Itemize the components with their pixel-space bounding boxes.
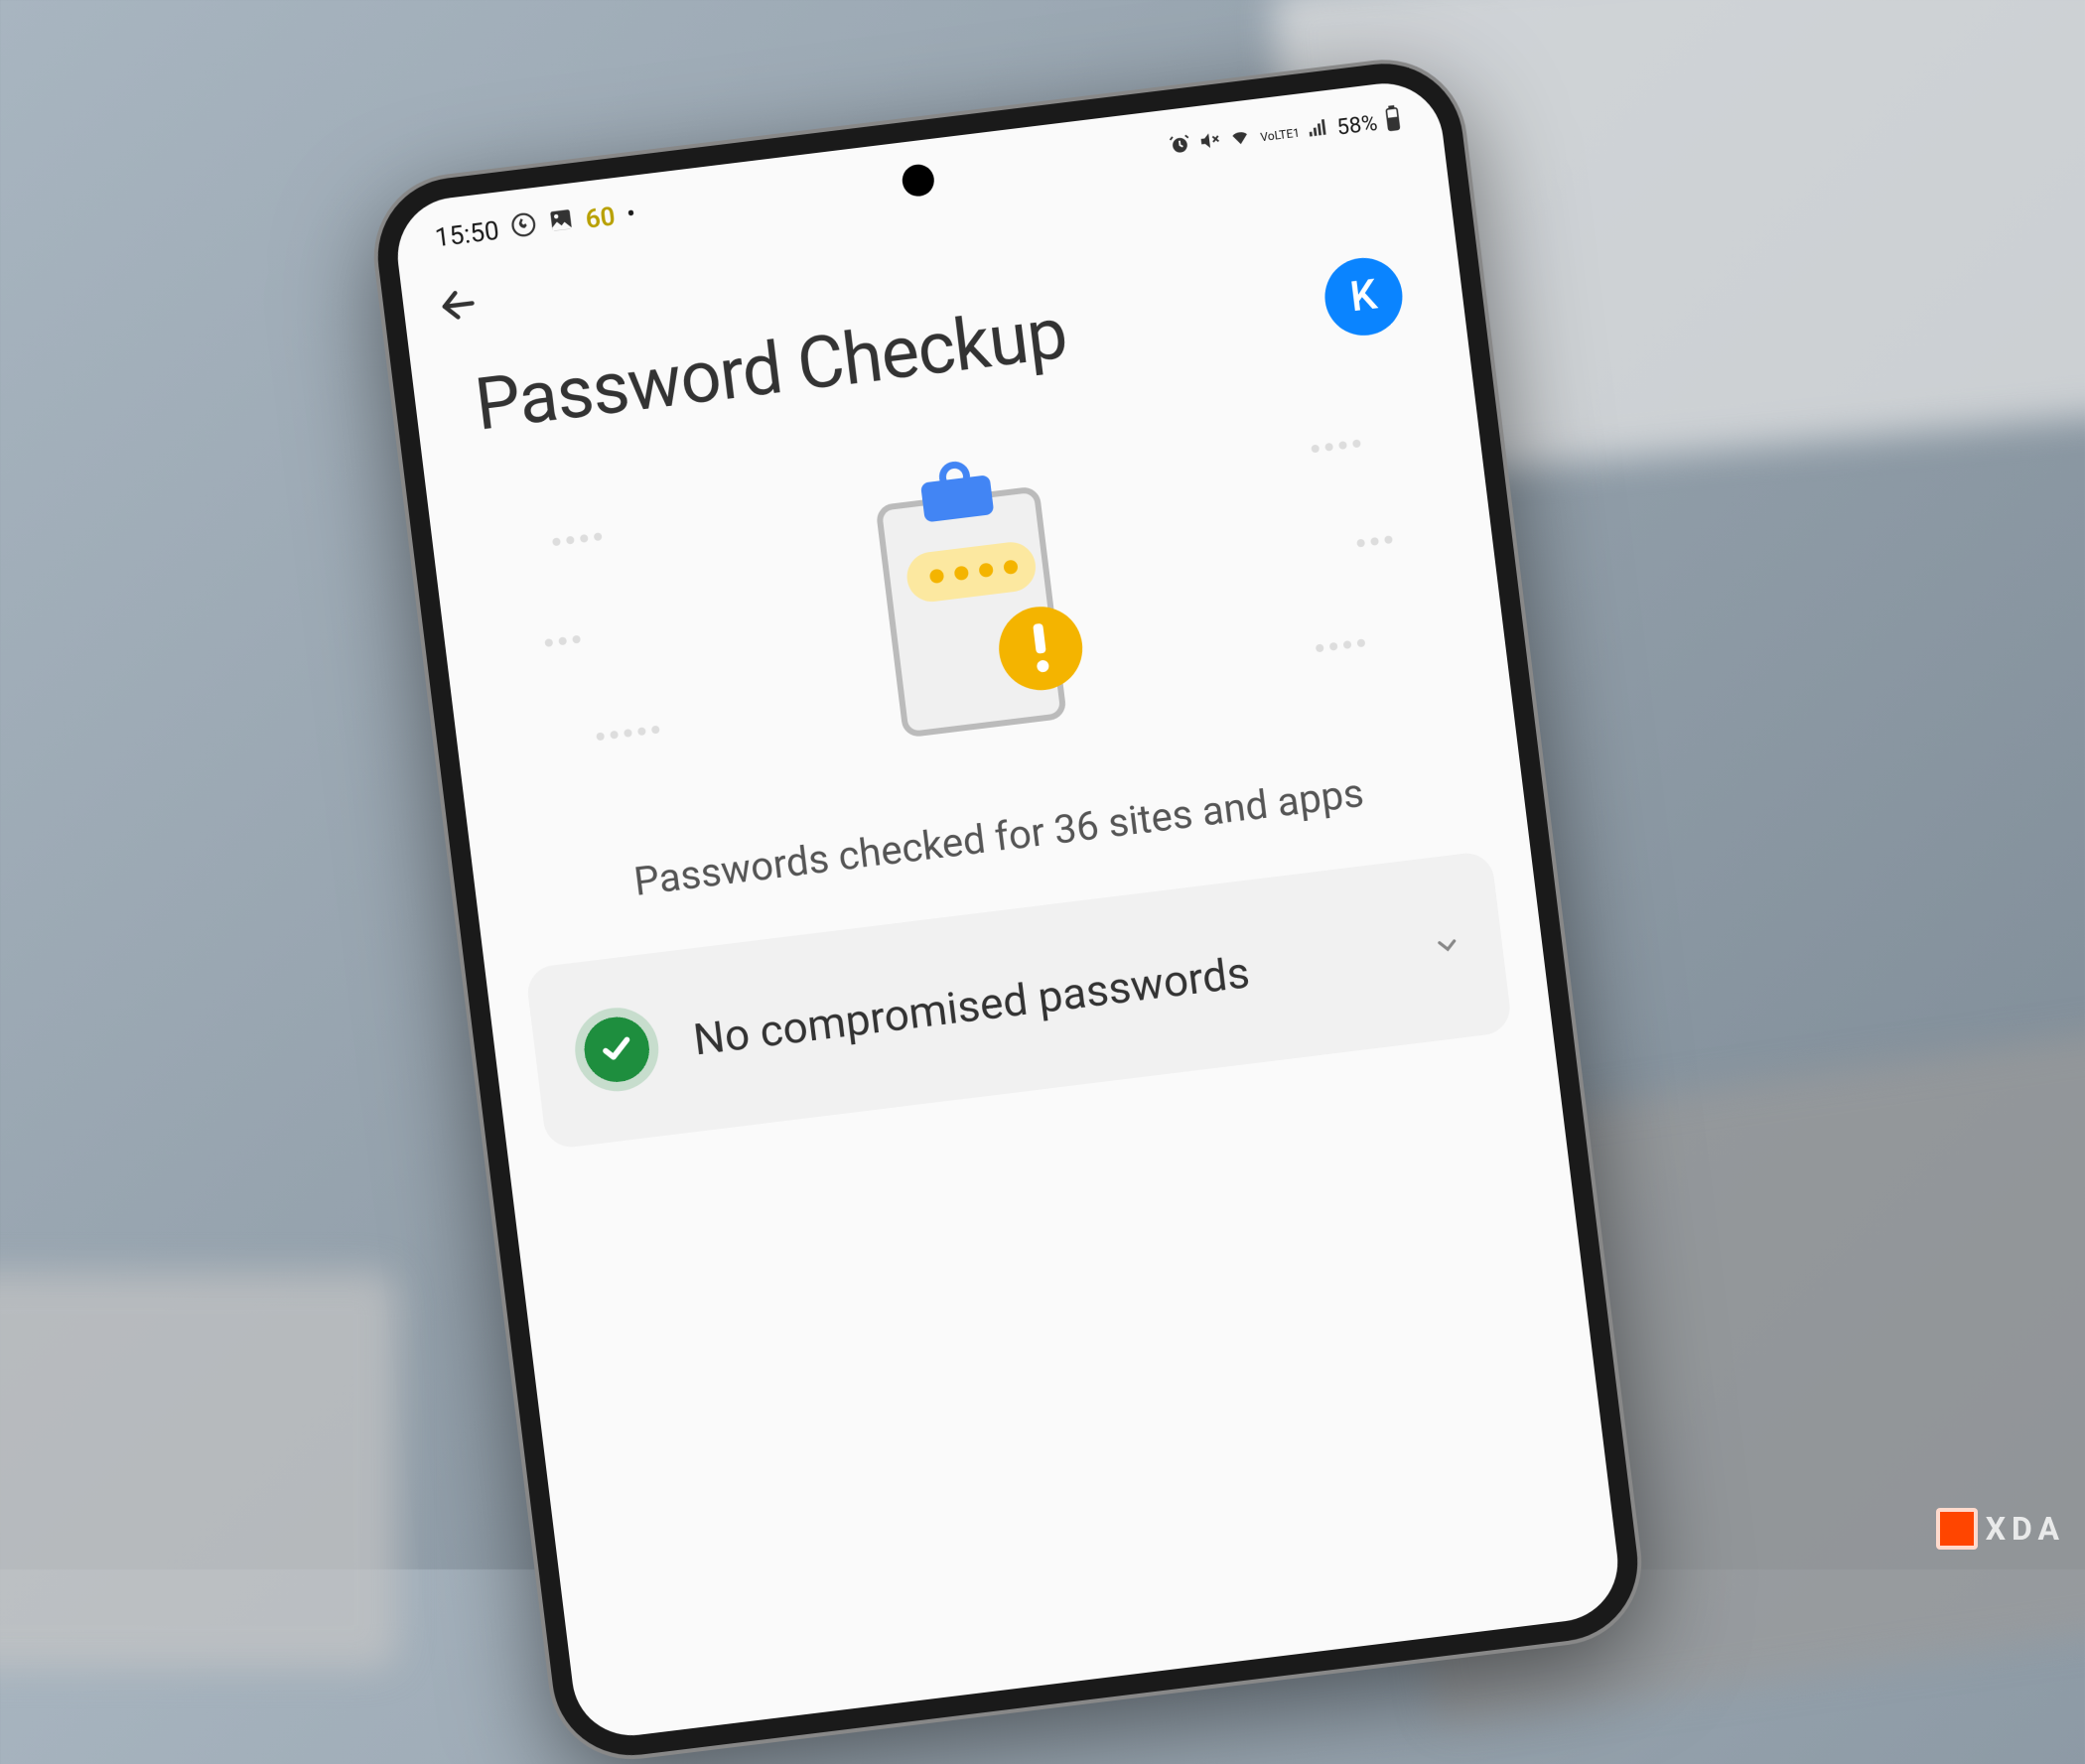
mute-icon	[1197, 128, 1222, 158]
xda-watermark: XDA	[1936, 1508, 2065, 1550]
whatsapp-icon	[509, 209, 539, 245]
xda-logo-icon	[1936, 1508, 1978, 1550]
watermark-text: XDA	[1986, 1510, 2065, 1548]
check-circle-icon	[570, 1003, 663, 1096]
gallery-icon	[546, 204, 576, 240]
battery-percent: 58%	[1335, 110, 1379, 140]
account-avatar[interactable]: K	[1320, 252, 1407, 339]
status-time: 15:50	[434, 215, 501, 253]
result-label: No compromised passwords	[691, 927, 1401, 1065]
status-dot: •	[626, 199, 637, 229]
battery-icon	[1383, 104, 1403, 138]
status-fps: 60	[584, 202, 617, 234]
chevron-down-icon	[1431, 928, 1464, 965]
signal-icon	[1306, 114, 1330, 144]
volte-indicator: VoLTE1	[1260, 126, 1301, 143]
back-button[interactable]	[431, 277, 486, 333]
wifi-icon	[1227, 124, 1254, 155]
alarm-icon	[1168, 132, 1192, 162]
clipboard-icon	[844, 446, 1097, 768]
phone-frame: 15:50 60 • VoLTE1 58%	[369, 55, 1647, 1764]
